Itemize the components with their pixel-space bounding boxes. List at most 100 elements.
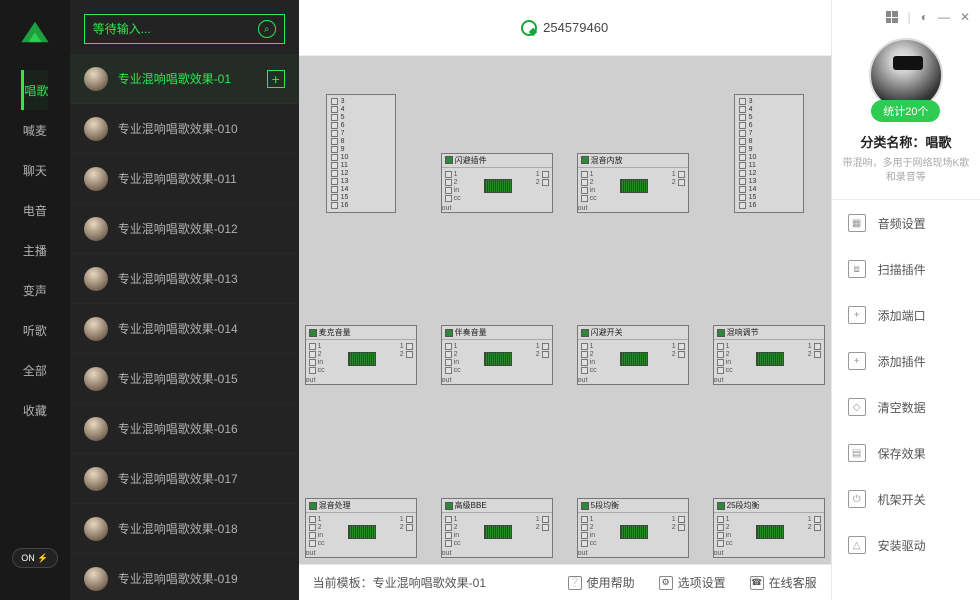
node-indicator-icon — [445, 156, 453, 164]
node-indicator-icon — [581, 502, 589, 510]
node-indicator-icon — [717, 329, 725, 337]
effect-avatar-icon — [84, 567, 108, 591]
effect-item[interactable]: 专业混响唱歌效果-011 — [70, 154, 299, 204]
category-item[interactable]: 听歌 — [21, 310, 48, 350]
close-button[interactable]: ✕ — [960, 10, 970, 24]
minimize-button[interactable]: — — [938, 10, 950, 24]
footer-link[interactable]: ☎在线客服 — [750, 574, 817, 591]
right-menu-item[interactable]: ▤保存效果 — [832, 430, 980, 476]
category-item[interactable]: 聊天 — [21, 150, 48, 190]
effects-list: 专业混响唱歌效果-01 + 专业混响唱歌效果-010 专业混响唱歌效果-011 专业混响… — [70, 54, 299, 600]
io-node[interactable]: 345678910111213141516 — [734, 94, 804, 213]
category-item[interactable]: 主播 — [21, 230, 48, 270]
node-title: 伴奏音量 — [455, 327, 487, 338]
effect-name: 专业混响唱歌效果-017 — [118, 470, 285, 487]
right-panel: | ◐ — ✕ 统计20个 分类名称：唱歌 带混响，多用于网络现场K歌和录音等 … — [831, 0, 980, 600]
effect-avatar-icon — [84, 267, 108, 291]
category-item[interactable]: 全部 — [21, 350, 48, 390]
search-icon[interactable]: ⌕ — [258, 20, 276, 38]
refresh-icon[interactable] — [521, 20, 537, 36]
node-canvas[interactable]: 345678910111213141516 闪避插件12incc12out 混音内放… — [299, 56, 831, 564]
effect-item[interactable]: 专业混响唱歌效果-017 — [70, 454, 299, 504]
category-title: 分类名称：唱歌 — [860, 132, 951, 151]
add-port-icon: + — [848, 306, 866, 324]
rack-switch-icon: ⏻ — [848, 490, 866, 508]
audio-node[interactable]: 伴奏音量12incc12out — [441, 325, 553, 385]
audio-node[interactable]: 25段均衡12incc12out — [713, 498, 825, 558]
add-plugin-icon: + — [848, 352, 866, 370]
node-indicator-icon — [309, 329, 317, 337]
right-menu-item[interactable]: ◇清空数据 — [832, 384, 980, 430]
effect-name: 专业混响唱歌效果-010 — [118, 120, 285, 137]
effect-item[interactable]: 专业混响唱歌效果-018 — [70, 504, 299, 554]
right-menu-item[interactable]: + 添加端口 — [832, 292, 980, 338]
right-menu: ▦音频设置⧈扫描插件 + 添加端口 + 添加插件 ◇清空数据▤保存效果⏻机架开关 △ 安装驱动 — [832, 200, 980, 568]
footer-link-icon: ⚙ — [659, 576, 673, 590]
effect-item[interactable]: 专业混响唱歌效果-012 — [70, 204, 299, 254]
right-menu-item[interactable]: ⧈扫描插件 — [832, 246, 980, 292]
node-indicator-icon — [581, 329, 589, 337]
footer-link[interactable]: ❔使用帮助 — [568, 574, 635, 591]
category-item[interactable]: 变声 — [21, 270, 48, 310]
node-chip-icon — [620, 352, 648, 366]
effect-item[interactable]: 专业混响唱歌效果-019 — [70, 554, 299, 600]
audio-node[interactable]: 混音内放12incc12out — [577, 153, 689, 213]
effect-avatar-icon — [84, 67, 108, 91]
effect-name: 专业混响唱歌效果-018 — [118, 520, 285, 537]
audio-node[interactable]: 闪避插件12incc12out — [441, 153, 553, 213]
audio-node[interactable]: 麦克音量12incc12out — [305, 325, 417, 385]
effect-item[interactable]: 专业混响唱歌效果-014 — [70, 304, 299, 354]
install-driver-icon: △ — [848, 536, 866, 554]
node-indicator-icon — [581, 156, 589, 164]
node-title: 闪避插件 — [455, 155, 487, 166]
layout-grid-icon[interactable] — [886, 11, 898, 23]
theme-icon[interactable]: ◐ — [921, 10, 928, 24]
category-item[interactable]: 收藏 — [21, 390, 48, 430]
category-item[interactable]: 唱歌 — [21, 70, 48, 110]
stat-pill: 统计20个 — [871, 100, 940, 122]
profile-block: 统计20个 分类名称：唱歌 带混响，多用于网络现场K歌和录音等 — [832, 34, 980, 200]
node-title: 混音内放 — [591, 155, 623, 166]
node-chip-icon — [756, 352, 784, 366]
node-chip-icon — [348, 525, 376, 539]
right-menu-item[interactable]: ▦音频设置 — [832, 200, 980, 246]
right-menu-label: 添加端口 — [878, 307, 926, 324]
power-toggle[interactable]: ON ⚡ — [12, 548, 58, 568]
audio-node[interactable]: 高级BBE12incc12out — [441, 498, 553, 558]
search-input[interactable] — [93, 22, 252, 36]
effect-item[interactable]: 专业混响唱歌效果-016 — [70, 404, 299, 454]
node-chip-icon — [484, 525, 512, 539]
effect-item[interactable]: 专业混响唱歌效果-013 — [70, 254, 299, 304]
category-item[interactable]: 喊麦 — [21, 110, 48, 150]
scan-plugin-icon: ⧈ — [848, 260, 866, 278]
node-indicator-icon — [445, 502, 453, 510]
node-chip-icon — [756, 525, 784, 539]
effect-item[interactable]: 专业混响唱歌效果-01 + — [70, 54, 299, 104]
save-effect-icon: ▤ — [848, 444, 866, 462]
io-node[interactable]: 345678910111213141516 — [326, 94, 396, 213]
search-box: ⌕ — [84, 14, 285, 44]
add-effect-icon[interactable]: + — [267, 70, 285, 88]
footer-link[interactable]: ⚙选项设置 — [659, 574, 726, 591]
right-menu-item[interactable]: △ 安装驱动 — [832, 522, 980, 568]
right-menu-item[interactable]: ⏻机架开关 — [832, 476, 980, 522]
effect-item[interactable]: 专业混响唱歌效果-010 — [70, 104, 299, 154]
right-menu-label: 添加插件 — [878, 353, 926, 370]
template-prefix: 当前模板： — [313, 576, 373, 590]
template-name: 专业混响唱歌效果-01 — [373, 576, 486, 590]
audio-node[interactable]: 混音处理12incc12out — [305, 498, 417, 558]
effect-avatar-icon — [84, 167, 108, 191]
footer-link-label: 在线客服 — [769, 574, 817, 591]
effect-item[interactable]: 专业混响唱歌效果-015 — [70, 354, 299, 404]
category-item[interactable]: 电音 — [21, 190, 48, 230]
effect-name: 专业混响唱歌效果-011 — [118, 170, 285, 187]
audio-node[interactable]: 混响调节12incc12out — [713, 325, 825, 385]
audio-node[interactable]: 闪避开关12incc12out — [577, 325, 689, 385]
right-menu-label: 安装驱动 — [878, 537, 926, 554]
audio-node[interactable]: 5段均衡12incc12out — [577, 498, 689, 558]
right-menu-item[interactable]: + 添加插件 — [832, 338, 980, 384]
effects-panel: ⌕ 专业混响唱歌效果-01+专业混响唱歌效果-010专业混响唱歌效果-011专业… — [70, 0, 299, 600]
category-sidebar: 唱歌喊麦聊天电音主播变声听歌全部收藏 ON ⚡ — [0, 0, 70, 600]
effect-name: 专业混响唱歌效果-01 — [118, 70, 257, 87]
effect-avatar-icon — [84, 117, 108, 141]
